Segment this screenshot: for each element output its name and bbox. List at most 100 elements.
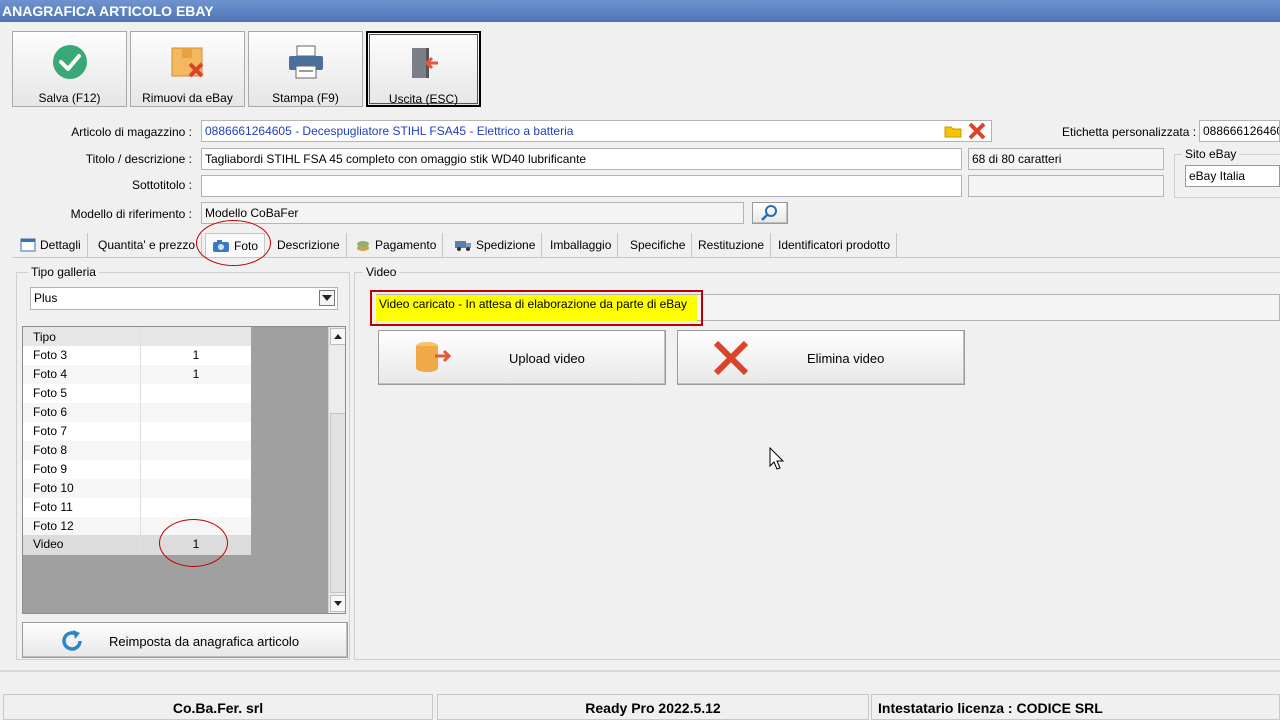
titolo-value: Tagliabordi STIHL FSA 45 completo con om… [205, 152, 587, 166]
etichetta-label: Etichetta personalizzata : [1062, 125, 1197, 139]
chevron-down-icon[interactable] [319, 290, 335, 306]
titolo-field[interactable]: Tagliabordi STIHL FSA 45 completo con om… [201, 148, 962, 170]
row-name: Foto 11 [23, 498, 141, 517]
upload-icon [416, 342, 452, 372]
tab-spedizione[interactable]: Spedizione [448, 233, 543, 257]
row-value [141, 422, 251, 441]
photo-grid: Tipo Foto 3 1 Foto 4 1 Foto 5 Foto 6 Fot… [22, 326, 346, 614]
grid-header-tipo: Tipo [23, 327, 141, 347]
gallery-type-select[interactable]: Plus [30, 287, 338, 310]
modello-value: Modello CoBaFer [205, 206, 299, 220]
row-value [141, 403, 251, 422]
articolo-field[interactable]: 0886661264605 - Decespugliatore STIHL FS… [201, 120, 992, 142]
scroll-up-icon[interactable] [330, 328, 345, 345]
tab-label: Descrizione [277, 238, 340, 252]
table-row[interactable]: Foto 11 [23, 498, 251, 517]
table-row[interactable]: Foto 5 [23, 384, 251, 403]
truck-icon [455, 241, 471, 251]
box-remove-icon [131, 42, 244, 82]
char-count-value: 68 di 80 caratteri [972, 152, 1062, 166]
table-row[interactable]: Foto 6 [23, 403, 251, 422]
mouse-cursor-icon [769, 447, 785, 470]
search-button[interactable] [752, 202, 788, 224]
scroll-down-icon[interactable] [330, 595, 345, 612]
grid-header-value [141, 327, 251, 347]
articolo-label: Articolo di magazzino : [71, 125, 192, 139]
tab-label: Quantita' e prezzo [98, 238, 196, 252]
tab-specifiche[interactable]: Specifiche [624, 233, 693, 257]
sito-ebay-field[interactable]: eBay Italia [1185, 165, 1280, 187]
table-row[interactable]: Foto 3 1 [23, 346, 251, 365]
reset-button-label: Reimposta da anagrafica articolo [109, 634, 300, 649]
annotation-circle-foto-tab [196, 220, 271, 266]
remove-ebay-button[interactable]: Rimuovi da eBay [130, 31, 245, 107]
modello-field[interactable]: Modello CoBaFer [201, 202, 744, 224]
refresh-icon [62, 630, 82, 651]
tab-label: Restituzione [698, 238, 765, 252]
row-value [141, 479, 251, 498]
row-value [141, 460, 251, 479]
etichetta-field[interactable]: 0886661264605 [1199, 120, 1280, 142]
exit-label: Uscita (ESC) [388, 92, 459, 106]
row-name: Foto 5 [23, 384, 141, 403]
gallery-label: Tipo galleria [28, 265, 99, 279]
tab-identificatori-prodotto[interactable]: Identificatori prodotto [772, 233, 898, 257]
tab-label: Dettagli [40, 238, 81, 252]
sottotitolo-counter [968, 175, 1164, 197]
exit-button[interactable]: Uscita (ESC) [366, 31, 481, 107]
status-version: Ready Pro 2022.5.12 [437, 694, 869, 720]
tab-imballaggio[interactable]: Imballaggio [544, 233, 619, 257]
tab-dettagli[interactable]: Dettagli [14, 233, 88, 257]
delete-icon [713, 340, 749, 376]
articolo-value: 0886661264605 - Decespugliatore STIHL FS… [205, 124, 574, 138]
row-value [141, 441, 251, 460]
sito-ebay-label: Sito eBay [1182, 147, 1240, 161]
tab-label: Imballaggio [550, 238, 612, 252]
tab-pagamento[interactable]: Pagamento [349, 233, 444, 257]
folder-icon[interactable] [944, 123, 962, 139]
tab-label: Specifiche [630, 238, 686, 252]
save-button[interactable]: Salva (F12) [12, 31, 127, 107]
printer-icon [249, 42, 362, 82]
row-name: Foto 10 [23, 479, 141, 498]
row-value: 1 [192, 367, 200, 381]
exit-door-icon [368, 43, 479, 83]
status-license: Intestatario licenza : CODICE SRL [871, 694, 1280, 720]
table-row[interactable]: Foto 8 [23, 441, 251, 460]
table-icon [20, 238, 36, 252]
tab-descrizione[interactable]: Descrizione [271, 233, 347, 257]
row-name: Foto 8 [23, 441, 141, 460]
video-label: Video [363, 265, 400, 279]
row-name: Foto 4 [23, 365, 141, 384]
row-name: Foto 12 [23, 517, 141, 536]
row-value [141, 498, 251, 517]
tab-quantita-prezzo[interactable]: Quantita' e prezzo [92, 233, 203, 257]
grid-scrollbar[interactable] [328, 327, 345, 613]
tab-restituzione[interactable]: Restituzione [692, 233, 772, 257]
tab-label: Spedizione [476, 238, 536, 252]
sottotitolo-field[interactable] [201, 175, 962, 197]
row-name: Video [23, 535, 141, 555]
row-value: 1 [192, 348, 200, 362]
coins-icon [357, 241, 369, 251]
delete-video-button[interactable]: Elimina video [677, 330, 965, 385]
table-row[interactable]: Foto 9 [23, 460, 251, 479]
window-title: ANAGRAFICA ARTICOLO EBAY [0, 0, 1280, 22]
char-counter: 68 di 80 caratteri [968, 148, 1164, 170]
tab-divider [12, 257, 1280, 258]
sito-ebay-value: eBay Italia [1189, 169, 1246, 183]
annotation-box-video-status: Video caricato - In attesa di elaborazio… [370, 290, 703, 326]
table-row[interactable]: Foto 4 1 [23, 365, 251, 384]
table-row[interactable]: Foto 7 [23, 422, 251, 441]
reset-from-article-button[interactable]: Reimposta da anagrafica articolo [22, 622, 348, 658]
print-button[interactable]: Stampa (F9) [248, 31, 363, 107]
etichetta-value: 0886661264605 [1203, 124, 1279, 138]
row-name: Foto 3 [23, 346, 141, 365]
search-icon [761, 205, 777, 221]
video-status-text: Video caricato - In attesa di elaborazio… [376, 295, 697, 321]
check-icon [13, 42, 126, 82]
upload-video-button[interactable]: Upload video [378, 330, 666, 385]
table-row[interactable]: Foto 10 [23, 479, 251, 498]
scroll-thumb[interactable] [330, 413, 345, 593]
clear-icon[interactable] [967, 121, 987, 141]
